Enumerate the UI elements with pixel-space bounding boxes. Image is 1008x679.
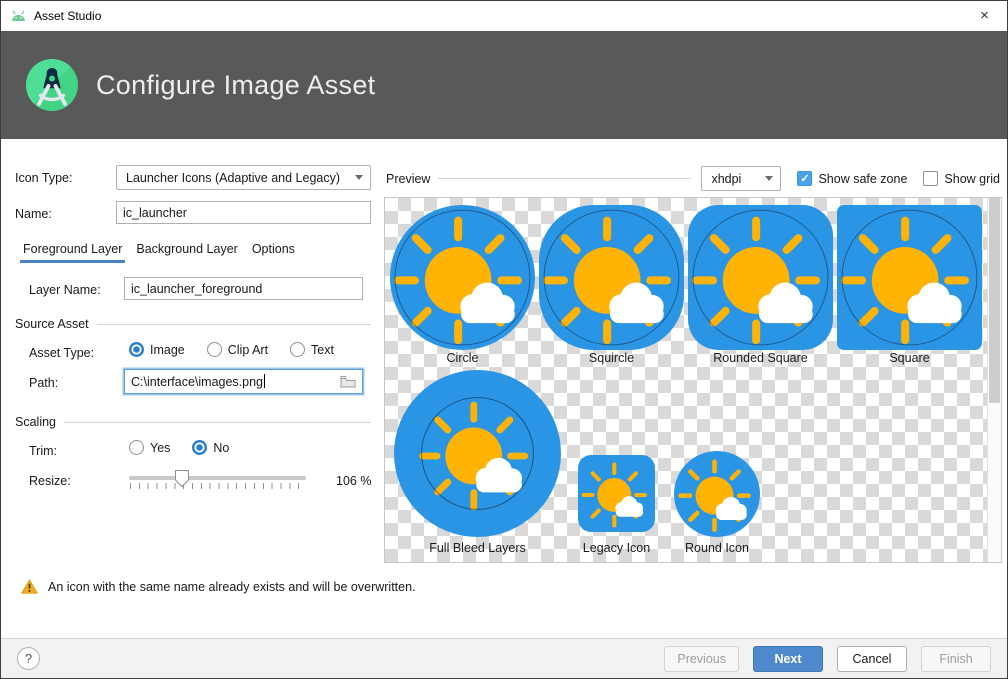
trim-radio-yes[interactable] xyxy=(129,440,144,455)
scaling-section: Scaling xyxy=(15,415,371,429)
preview-tile-label-circle: Circle xyxy=(447,351,479,365)
asset-type-radio-label: Image xyxy=(150,343,185,357)
trim-radio-no[interactable] xyxy=(192,440,207,455)
resize-slider[interactable] xyxy=(129,469,306,491)
slider-track[interactable] xyxy=(129,476,306,480)
slider-ticks xyxy=(130,483,306,489)
window-title: Asset Studio xyxy=(34,9,101,23)
show-grid-option[interactable]: Show grid xyxy=(923,171,1000,186)
tab-background-layer[interactable]: Background Layer xyxy=(133,237,240,263)
previous-button: Previous xyxy=(664,646,739,672)
asset-type-radio-group: Image Clip Art Text xyxy=(129,342,350,357)
layer-tabs: Foreground Layer Background Layer Options xyxy=(20,237,298,263)
text-caret xyxy=(264,374,265,388)
trim-radio-group: Yes No xyxy=(129,440,245,455)
warning-message: An icon with the same name already exist… xyxy=(21,579,416,594)
resize-label: Resize: xyxy=(29,474,71,488)
preview-divider xyxy=(438,178,691,179)
android-robot-icon xyxy=(10,9,27,23)
preview-tile-label-rounded-square: Rounded Square xyxy=(713,351,808,365)
show-safe-zone-checkbox[interactable]: ✓ xyxy=(797,171,812,186)
trim-label: Trim: xyxy=(29,444,57,458)
path-label: Path: xyxy=(29,376,58,390)
preview-tile-label-full-bleed-layers: Full Bleed Layers xyxy=(429,541,526,555)
section-divider xyxy=(64,422,371,423)
warning-icon xyxy=(21,579,38,594)
layer-name-value: ic_launcher_foreground xyxy=(131,282,262,296)
preview-header: Preview xhdpi ✓ Show safe zone Show grid xyxy=(386,166,1000,191)
scaling-section-label: Scaling xyxy=(15,415,56,429)
source-asset-section: Source Asset xyxy=(15,317,371,331)
warning-text: An icon with the same name already exist… xyxy=(48,580,416,594)
next-button[interactable]: Next xyxy=(753,646,823,672)
asset-type-label: Asset Type: xyxy=(29,346,94,360)
footer-buttons: Previous Next Cancel Finish xyxy=(664,646,991,672)
page-title: Configure Image Asset xyxy=(96,70,375,101)
footer-bar: ? Previous Next Cancel Finish xyxy=(1,638,1007,678)
preview-tile-label-round-icon: Round Icon xyxy=(685,541,749,555)
source-asset-section-label: Source Asset xyxy=(15,317,89,331)
preview-tile-label-squircle: Squircle xyxy=(589,351,634,365)
preview-panel: Circle Squircle Rounded Square Square Fu… xyxy=(384,197,1002,563)
icon-type-value: Launcher Icons (Adaptive and Legacy) xyxy=(126,171,340,185)
android-studio-logo-icon xyxy=(26,59,78,111)
tab-options[interactable]: Options xyxy=(249,237,298,263)
trim-radio-label: No xyxy=(213,441,229,455)
preview-scrollbar[interactable] xyxy=(987,198,1001,562)
slider-thumb[interactable] xyxy=(174,469,190,488)
preview-tile-full-bleed-layers xyxy=(394,370,561,537)
finish-button: Finish xyxy=(921,646,991,672)
asset-type-radio-clip-art[interactable] xyxy=(207,342,222,357)
preview-tile-rounded-square xyxy=(688,205,833,350)
density-dropdown[interactable]: xhdpi xyxy=(701,166,781,191)
scrollbar-thumb[interactable] xyxy=(989,198,1000,403)
section-divider xyxy=(97,324,371,325)
path-input[interactable]: C:\interface\images.png xyxy=(124,369,363,394)
icon-type-dropdown[interactable]: Launcher Icons (Adaptive and Legacy) xyxy=(116,165,371,190)
asset-studio-dialog: Asset Studio × Configure Image Asset Ico… xyxy=(0,0,1008,679)
asset-type-radio-label: Clip Art xyxy=(228,343,268,357)
name-value: ic_launcher xyxy=(123,206,187,220)
trim-radio-label: Yes xyxy=(150,441,170,455)
title-bar: Asset Studio × xyxy=(1,1,1007,31)
chevron-down-icon xyxy=(355,175,363,180)
show-safe-zone-option[interactable]: ✓ Show safe zone xyxy=(797,171,907,186)
preview-tile-circle xyxy=(390,205,535,350)
density-value: xhdpi xyxy=(711,172,741,186)
preview-label: Preview xyxy=(386,172,430,186)
asset-type-radio-text[interactable] xyxy=(290,342,305,357)
preview-tile-label-square: Square xyxy=(889,351,929,365)
cancel-button[interactable]: Cancel xyxy=(837,646,907,672)
main-content: Icon Type: Launcher Icons (Adaptive and … xyxy=(1,139,1007,640)
asset-type-radio-image[interactable] xyxy=(129,342,144,357)
help-button[interactable]: ? xyxy=(17,647,40,670)
show-grid-label: Show grid xyxy=(944,172,1000,186)
show-safe-zone-label: Show safe zone xyxy=(818,172,907,186)
tab-foreground-layer[interactable]: Foreground Layer xyxy=(20,237,125,263)
name-input[interactable]: ic_launcher xyxy=(116,201,371,224)
chevron-down-icon xyxy=(765,176,773,181)
close-button[interactable]: × xyxy=(962,1,1007,30)
layer-name-label: Layer Name: xyxy=(29,283,101,297)
preview-tile-round-icon xyxy=(674,451,760,537)
preview-tile-label-legacy-icon: Legacy Icon xyxy=(583,541,650,555)
preview-tile-legacy-icon xyxy=(578,455,655,532)
dialog-header: Configure Image Asset xyxy=(1,31,1007,139)
browse-folder-icon[interactable] xyxy=(340,375,356,388)
asset-type-radio-label: Text xyxy=(311,343,334,357)
resize-value: 106 % xyxy=(336,474,371,488)
preview-tile-squircle xyxy=(539,205,684,350)
show-grid-checkbox[interactable] xyxy=(923,171,938,186)
layer-name-input[interactable]: ic_launcher_foreground xyxy=(124,277,363,300)
name-label: Name: xyxy=(15,207,52,221)
preview-tile-square xyxy=(837,205,982,350)
path-value: C:\interface\images.png xyxy=(131,374,265,389)
icon-type-label: Icon Type: xyxy=(15,171,72,185)
